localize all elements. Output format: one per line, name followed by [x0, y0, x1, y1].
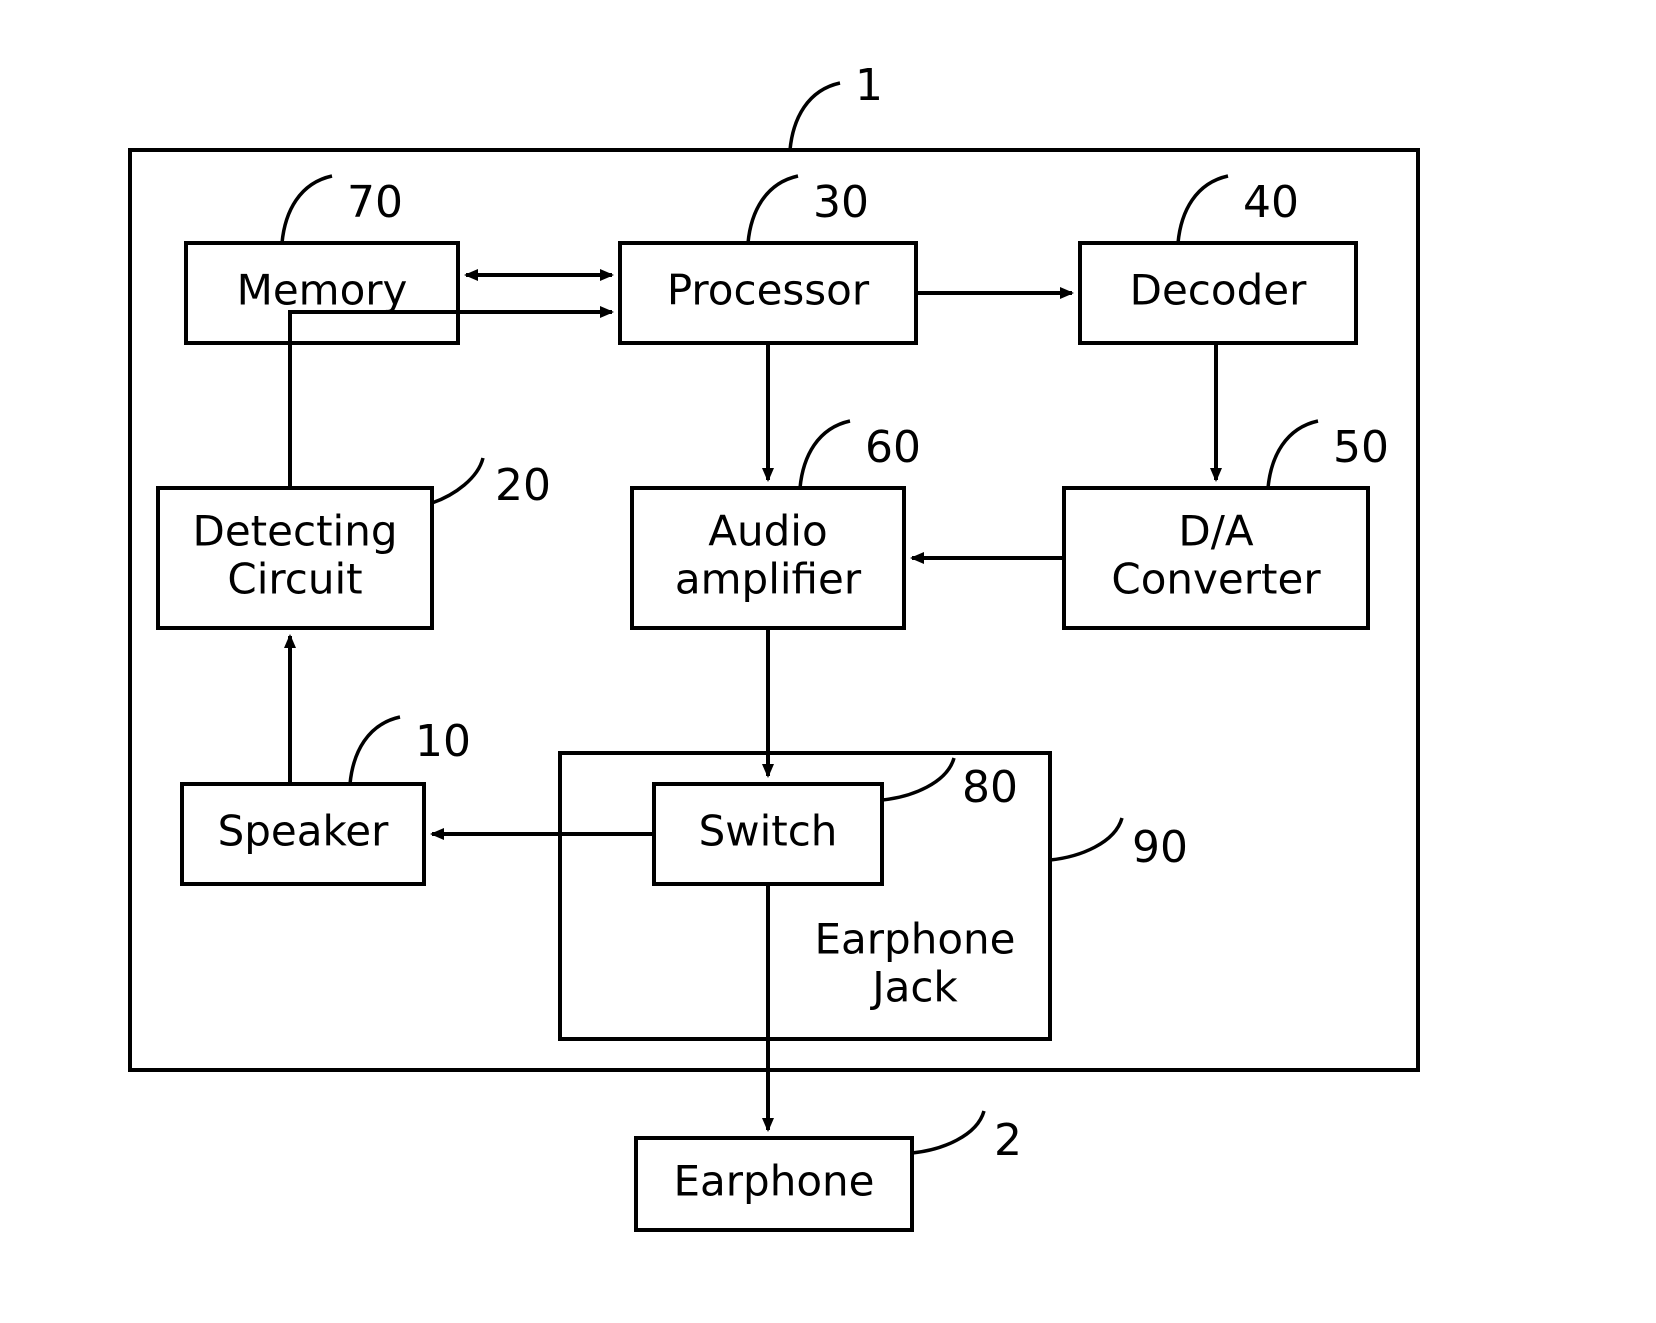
block-memory: Memory 70 [186, 176, 458, 343]
label-switch: Switch [699, 807, 838, 856]
block-diagram: 1 Memory 70 Processor 30 Decoder 40 Dete… [0, 0, 1656, 1323]
block-detecting-circuit: Detecting Circuit 20 [158, 458, 551, 628]
label-speaker: Speaker [218, 807, 390, 856]
leader-decoder [1178, 176, 1228, 243]
label-jack1: Earphone [815, 915, 1016, 964]
block-audio-amplifier: Audio amplifier 60 [632, 421, 921, 628]
ref-detecting: 20 [495, 460, 551, 511]
block-earphone: Earphone 2 [636, 1111, 1022, 1230]
ref-processor: 30 [813, 177, 869, 228]
leader-jack [1050, 818, 1122, 860]
leader-outer [790, 83, 840, 150]
label-decoder: Decoder [1130, 266, 1307, 315]
label-processor: Processor [667, 266, 870, 315]
ref-decoder: 40 [1243, 177, 1299, 228]
block-processor: Processor 30 [620, 176, 916, 343]
label-audio1: Audio [708, 507, 827, 556]
label-detecting2: Circuit [227, 555, 362, 604]
label-dac2: Converter [1111, 555, 1321, 604]
ref-jack: 90 [1132, 822, 1188, 873]
leader-processor [748, 176, 798, 243]
ref-memory: 70 [347, 177, 403, 228]
label-earphone: Earphone [674, 1157, 875, 1206]
ref-speaker: 10 [415, 716, 471, 767]
ref-earphone: 2 [994, 1115, 1022, 1166]
leader-speaker [350, 717, 400, 784]
block-decoder: Decoder 40 [1080, 176, 1356, 343]
leader-detecting [432, 458, 483, 503]
ref-audio: 60 [865, 422, 921, 473]
ref-dac: 50 [1333, 422, 1389, 473]
leader-audio [800, 421, 850, 488]
ref-switch: 80 [962, 762, 1018, 813]
leader-memory [282, 176, 332, 243]
label-jack2: Jack [869, 963, 958, 1012]
label-dac1: D/A [1178, 507, 1253, 556]
leader-earphone [912, 1111, 984, 1153]
label-memory: Memory [237, 266, 408, 315]
label-detecting1: Detecting [193, 507, 398, 556]
ref-outer: 1 [855, 60, 883, 111]
leader-dac [1268, 421, 1318, 488]
label-audio2: amplifier [675, 555, 862, 604]
block-da-converter: D/A Converter 50 [1064, 421, 1389, 628]
block-speaker: Speaker 10 [182, 716, 471, 884]
